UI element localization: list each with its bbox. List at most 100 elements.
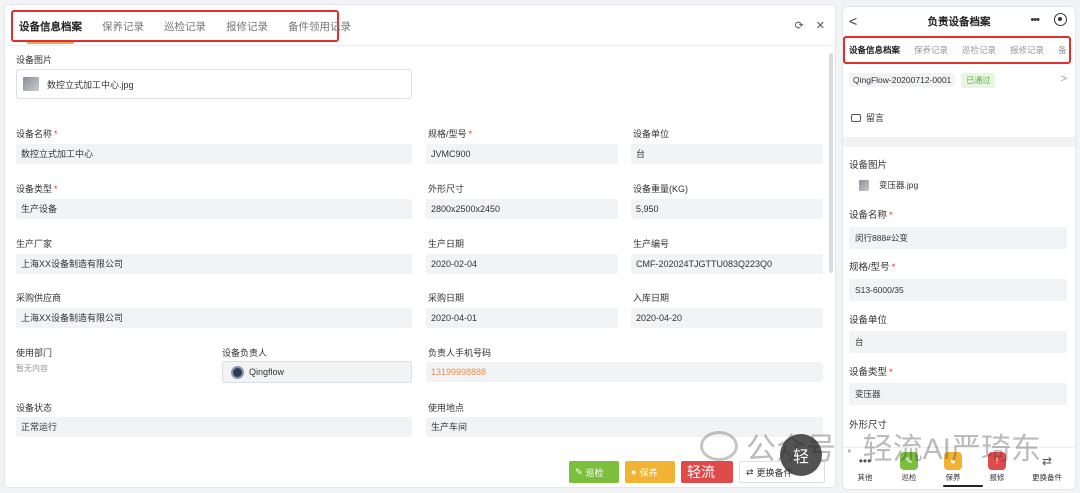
department-value: 暂无内容: [16, 364, 48, 373]
mobile-tab-maintenance[interactable]: 保养记录: [914, 44, 948, 56]
model-value: JVMC900: [426, 144, 618, 164]
footer-maintain[interactable]: ● 保养: [944, 452, 962, 483]
supplier-value: 上海XX设备制造有限公司: [16, 308, 412, 328]
swap-icon: ⇄: [746, 466, 754, 477]
mobile-name-label: 设备名称 *: [849, 210, 893, 221]
image-attachment[interactable]: 数控立式加工中心.jpg: [16, 69, 412, 99]
tab-repair[interactable]: 报修记录: [226, 19, 268, 34]
mobile-unit-value: 台: [849, 331, 1067, 353]
image-filename: 数控立式加工中心.jpg: [47, 79, 134, 90]
mobile-type-label: 设备类型 *: [849, 367, 893, 378]
home-indicator: [943, 485, 983, 487]
mobile-tab-bar: 设备信息档案 保养记录 巡检记录 报修记录 备: [843, 36, 1071, 64]
purchase-date-label: 采购日期: [428, 293, 465, 303]
device-name-label: 设备名称 *: [16, 129, 58, 139]
mobile-tab-repair[interactable]: 报修记录: [1010, 44, 1044, 56]
info-icon: ●: [944, 452, 962, 470]
status-label: 设备状态: [16, 403, 53, 413]
weight-value: 5,950: [631, 199, 823, 219]
record-id: QingFlow-20200712-0001: [849, 73, 956, 87]
mobile-type-value: 变压器: [849, 383, 1067, 405]
more-icon[interactable]: •••: [1030, 14, 1040, 26]
location-label: 使用地点: [428, 403, 465, 413]
back-icon[interactable]: <: [849, 13, 857, 29]
mobile-panel: < 负责设备档案 ••• 设备信息档案 保养记录 巡检记录 报修记录 备 Qin…: [842, 6, 1076, 490]
footer-inspect[interactable]: ✎ 巡检: [900, 452, 918, 483]
unit-label: 设备单位: [633, 129, 670, 139]
phone-label: 负责人手机号码: [428, 348, 492, 358]
mobile-tab-inspection[interactable]: 巡检记录: [962, 44, 996, 56]
more-icon: •••: [858, 454, 872, 468]
supplier-label: 采购供应商: [16, 293, 62, 303]
maintain-button[interactable]: ● 保养: [625, 461, 675, 483]
refresh-icon[interactable]: ⟳: [795, 19, 804, 32]
image-thumbnail-icon: [23, 77, 39, 91]
model-label: 规格/型号 *: [428, 129, 473, 139]
status-value: 正常运行: [16, 417, 412, 437]
footer-spare[interactable]: ⇄ 更换备件: [1032, 452, 1062, 483]
image-label: 设备图片: [16, 55, 53, 65]
mobile-tab-spare[interactable]: 备: [1058, 44, 1067, 56]
storage-date-value: 2020-04-20: [631, 308, 823, 328]
location-value: 生产车间: [426, 417, 823, 437]
window-controls: ⟳ ✕: [795, 19, 825, 32]
maker-value: 上海XX设备制造有限公司: [16, 254, 412, 274]
edit-icon: ✎: [900, 452, 918, 470]
tab-inspection[interactable]: 巡检记录: [164, 19, 206, 34]
mobile-title: 负责设备档案: [927, 15, 991, 28]
phone-value[interactable]: 13199998888: [426, 362, 823, 382]
serial-label: 生产编号: [633, 239, 670, 249]
mobile-image-attachment[interactable]: 变压器.jpg: [859, 179, 918, 191]
device-name-value: 数控立式加工中心: [16, 144, 412, 164]
avatar: [231, 365, 244, 379]
mini-program-close-icon[interactable]: [1054, 13, 1067, 26]
chevron-right-icon: >: [1060, 73, 1067, 85]
owner-label: 设备负责人: [222, 348, 268, 358]
mobile-header: < 负责设备档案 •••: [843, 7, 1075, 35]
tab-device-info[interactable]: 设备信息档案: [19, 19, 82, 44]
desktop-panel: 设备信息档案 保养记录 巡检记录 报修记录 备件领用记录 ⟳ ✕ 设备图片 数控…: [4, 4, 836, 488]
maker-label: 生产厂家: [16, 239, 53, 249]
serial-value: CMF-202024TJGTTU083Q223Q0: [631, 254, 823, 274]
weight-label: 设备重量(KG): [633, 184, 688, 194]
info-icon: ●: [631, 467, 637, 477]
device-type-value: 生产设备: [16, 199, 412, 219]
mobile-size-label: 外形尺寸: [849, 420, 888, 431]
close-icon[interactable]: ✕: [816, 19, 825, 32]
mobile-unit-label: 设备单位: [849, 315, 888, 326]
divider: [5, 45, 835, 46]
mobile-footer: ••• 其他 ✎ 巡检 ● 保养 ! 报修 ⇄ 更换备件: [843, 447, 1075, 489]
inspect-button[interactable]: ✎ 巡检: [569, 461, 619, 483]
section-gap: [843, 137, 1075, 147]
tab-maintenance[interactable]: 保养记录: [102, 19, 144, 34]
mobile-tab-device-info[interactable]: 设备信息档案: [849, 44, 900, 56]
comment-link[interactable]: 留言: [851, 111, 884, 124]
owner-name: Qingflow: [249, 367, 285, 377]
owner-chip[interactable]: Qingflow: [222, 361, 412, 383]
unit-value: 台: [631, 144, 823, 164]
production-date-value: 2020-02-04: [426, 254, 618, 274]
size-label: 外形尺寸: [428, 184, 465, 194]
footer-other[interactable]: ••• 其他: [856, 452, 874, 483]
footer-repair[interactable]: ! 报修: [988, 452, 1006, 483]
size-value: 2800x2500x2450: [426, 199, 618, 219]
mobile-model-label: 规格/型号 *: [849, 262, 896, 273]
scrollbar[interactable]: [829, 53, 833, 273]
mobile-model-value: S13-6000/35: [849, 279, 1067, 301]
image-thumbnail-icon: [859, 179, 869, 191]
record-row[interactable]: QingFlow-20200712-0001 已通过 >: [849, 71, 1069, 89]
alert-icon: !: [988, 452, 1006, 470]
status-badge: 已通过: [961, 72, 996, 88]
comment-icon: [851, 113, 861, 122]
mobile-image-label: 设备图片: [849, 160, 888, 171]
repair-button[interactable]: 轻流: [681, 461, 733, 483]
storage-date-label: 入库日期: [633, 293, 670, 303]
app-root: 设备信息档案 保养记录 巡检记录 报修记录 备件领用记录 ⟳ ✕ 设备图片 数控…: [0, 0, 1080, 493]
department-label: 使用部门: [16, 348, 53, 358]
device-type-label: 设备类型 *: [16, 184, 58, 194]
swap-icon: ⇄: [1041, 454, 1053, 468]
desktop-tab-bar: 设备信息档案 保养记录 巡检记录 报修记录 备件领用记录: [11, 10, 351, 44]
purchase-date-value: 2020-04-01: [426, 308, 618, 328]
tab-spare-parts[interactable]: 备件领用记录: [288, 19, 351, 34]
mobile-name-value: 闵行888#公变: [849, 227, 1067, 249]
